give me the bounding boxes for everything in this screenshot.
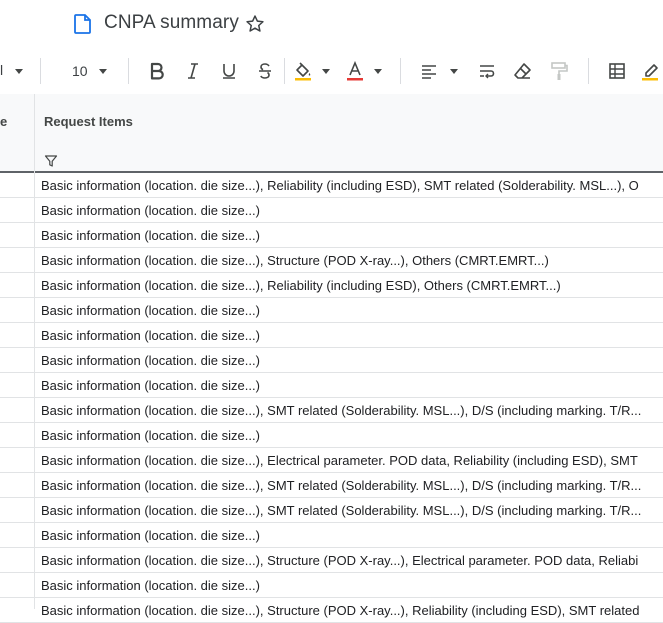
- table-row: Basic information (location. die size...…: [0, 523, 663, 548]
- chevron-down-icon: [15, 68, 23, 74]
- toolbar-divider: [588, 58, 589, 84]
- text-color-button[interactable]: [342, 48, 368, 94]
- bold-button[interactable]: [144, 48, 170, 94]
- bold-icon: [150, 62, 164, 80]
- table-row: Basic information (location. die size...…: [0, 273, 663, 298]
- table-row: Basic information (location. die size...…: [0, 598, 663, 623]
- table-row: Basic information (location. die size...…: [0, 373, 663, 398]
- text-color-dropdown[interactable]: [372, 48, 384, 94]
- text-color-icon: [347, 61, 363, 81]
- title-bar: CNPA summary: [0, 0, 663, 48]
- font-family-select[interactable]: l: [0, 62, 3, 78]
- request-items-cell[interactable]: Basic information (location. die size...…: [41, 503, 663, 518]
- font-size-select[interactable]: 10: [72, 63, 88, 79]
- chevron-down-icon: [99, 68, 107, 74]
- italic-button[interactable]: [180, 48, 206, 94]
- underline-button[interactable]: [216, 48, 242, 94]
- table-row: Basic information (location. die size...…: [0, 198, 663, 223]
- horizontal-align-dropdown[interactable]: [448, 48, 460, 94]
- underline-icon: [223, 64, 235, 79]
- table-icon: [609, 63, 625, 79]
- request-items-cell[interactable]: Basic information (location. die size...…: [41, 353, 663, 368]
- request-items-cell[interactable]: Basic information (location. die size...…: [41, 328, 663, 343]
- request-items-cell[interactable]: Basic information (location. die size...…: [41, 578, 663, 593]
- table-row: Basic information (location. die size...…: [0, 298, 663, 323]
- document-title[interactable]: CNPA summary: [104, 12, 239, 34]
- table-row: Basic information (location. die size...…: [0, 348, 663, 373]
- text-wrapping-button[interactable]: [474, 48, 500, 94]
- font-size-dropdown-caret[interactable]: [96, 48, 110, 94]
- table-row: Basic information (location. die size...…: [0, 223, 663, 248]
- request-items-cell[interactable]: Basic information (location. die size...…: [41, 178, 663, 193]
- highlighter-icon: [642, 64, 658, 81]
- table-row: Basic information (location. die size...…: [0, 573, 663, 598]
- chevron-down-icon: [322, 68, 330, 74]
- italic-icon: [188, 63, 198, 79]
- request-items-header[interactable]: Request Items: [44, 114, 133, 129]
- table-row: Basic information (location. die size...…: [0, 473, 663, 498]
- column-header: e Request Items: [0, 94, 663, 173]
- request-items-cell[interactable]: Basic information (location. die size...…: [41, 453, 663, 468]
- request-items-cell[interactable]: Basic information (location. die size...…: [41, 603, 663, 618]
- table-row: Basic information (location. die size...…: [0, 423, 663, 448]
- request-items-cell[interactable]: Basic information (location. die size...…: [41, 303, 663, 318]
- paint-format-button[interactable]: [546, 48, 572, 94]
- toolbar-divider: [400, 58, 401, 84]
- toolbar-divider: [128, 58, 129, 84]
- data-rows: Basic information (location. die size...…: [0, 173, 663, 623]
- filter-icon[interactable]: [44, 154, 58, 173]
- toolbar-divider: [40, 58, 41, 84]
- sheets-document-icon[interactable]: [74, 14, 92, 39]
- fill-color-dropdown[interactable]: [320, 48, 332, 94]
- request-items-cell[interactable]: Basic information (location. die size...…: [41, 378, 663, 393]
- request-items-cell[interactable]: Basic information (location. die size...…: [41, 278, 663, 293]
- eraser-icon: [514, 63, 531, 79]
- previous-column-header[interactable]: e: [0, 114, 7, 129]
- strikethrough-icon: [259, 63, 271, 79]
- table-row: Basic information (location. die size...…: [0, 498, 663, 523]
- horizontal-align-button[interactable]: [416, 48, 442, 94]
- text-wrap-icon: [480, 65, 495, 79]
- request-items-cell[interactable]: Basic information (location. die size...…: [41, 428, 663, 443]
- request-items-cell[interactable]: Basic information (location. die size...…: [41, 528, 663, 543]
- table-row: Basic information (location. die size...…: [0, 398, 663, 423]
- table-row: Basic information (location. die size...…: [0, 248, 663, 273]
- request-items-cell[interactable]: Basic information (location. die size...…: [41, 478, 663, 493]
- request-items-cell[interactable]: Basic information (location. die size...…: [41, 228, 663, 243]
- clear-formatting-button[interactable]: [510, 48, 536, 94]
- table-row: Basic information (location. die size...…: [0, 173, 663, 198]
- paint-roller-icon: [551, 62, 568, 80]
- toolbar-divider: [284, 58, 285, 84]
- table-row: Basic information (location. die size...…: [0, 548, 663, 573]
- request-items-cell[interactable]: Basic information (location. die size...…: [41, 403, 663, 418]
- highlight-button[interactable]: [640, 48, 663, 94]
- borders-button[interactable]: [604, 48, 630, 94]
- paint-bucket-icon: [295, 62, 311, 81]
- request-items-cell[interactable]: Basic information (location. die size...…: [41, 553, 663, 568]
- font-family-dropdown-caret[interactable]: [12, 48, 26, 94]
- request-items-cell[interactable]: Basic information (location. die size...…: [41, 203, 663, 218]
- request-items-cell[interactable]: Basic information (location. die size...…: [41, 253, 663, 268]
- table-row: Basic information (location. die size...…: [0, 323, 663, 348]
- fill-color-button[interactable]: [290, 48, 316, 94]
- strikethrough-button[interactable]: [252, 48, 278, 94]
- star-icon[interactable]: [245, 14, 265, 39]
- table-row: Basic information (location. die size...…: [0, 448, 663, 473]
- chevron-down-icon: [374, 68, 382, 74]
- chevron-down-icon: [450, 68, 458, 74]
- align-left-icon: [422, 65, 436, 79]
